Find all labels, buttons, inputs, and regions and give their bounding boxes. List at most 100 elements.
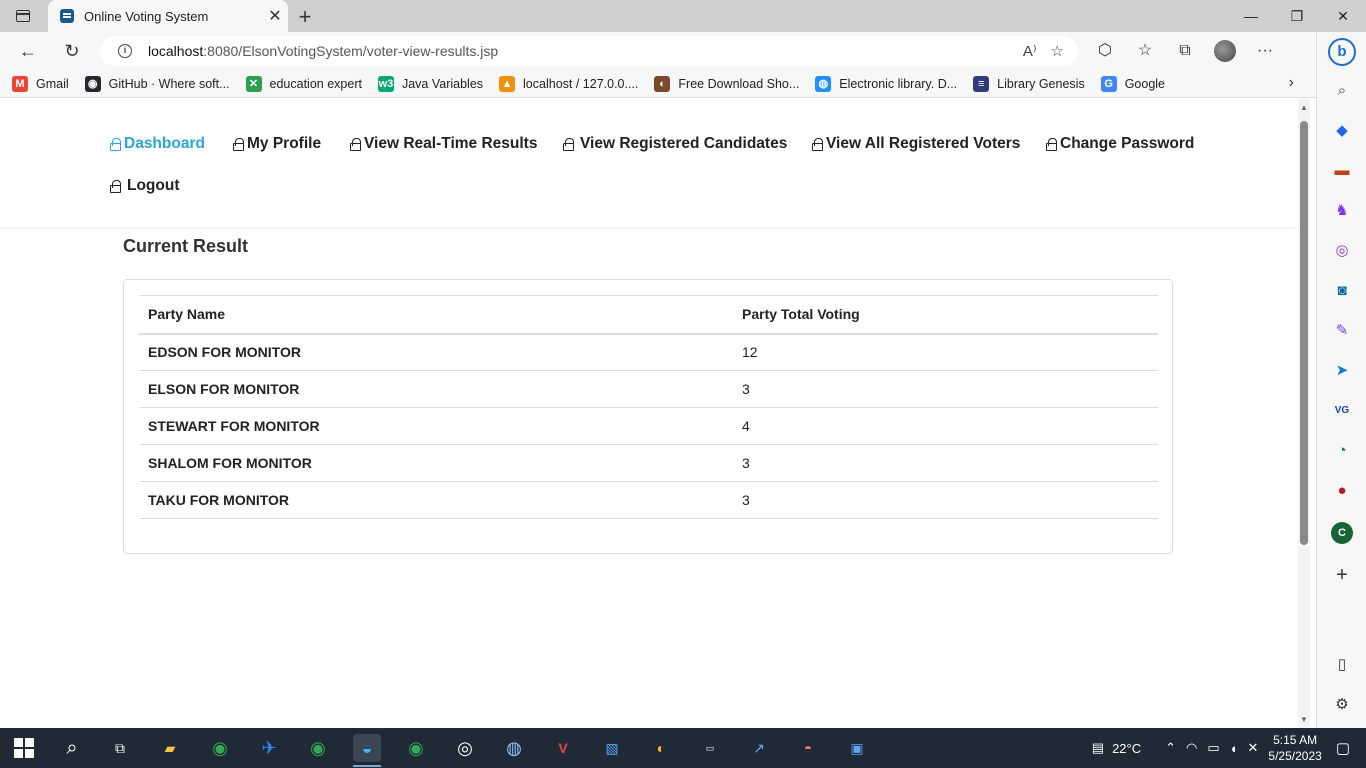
task-view-icon[interactable]: ⧉	[106, 734, 134, 762]
obs-icon[interactable]: ◎	[451, 734, 479, 762]
site-info-icon[interactable]: i	[118, 44, 132, 58]
bookmark-item[interactable]: ▲ localhost / 127.0.0....	[499, 75, 638, 92]
window-controls: — ❐ ✕	[1228, 0, 1366, 32]
nav-view-real-time-results[interactable]: View Real-Time Results	[350, 135, 537, 153]
more-bookmarks-icon[interactable]: ›	[1289, 74, 1294, 92]
more-menu-icon[interactable]: ···	[1254, 40, 1276, 62]
scroll-up-icon[interactable]: ▲	[1300, 103, 1308, 112]
column-header-votes: Party Total Voting	[733, 295, 1158, 335]
nav-my-profile[interactable]: My Profile	[233, 135, 321, 153]
shopping-icon[interactable]: ◆	[1331, 120, 1353, 142]
collections-icon[interactable]: ⧉	[1174, 40, 1196, 62]
bookmark-item[interactable]: ◉ GitHub · Where soft...	[84, 75, 230, 92]
profile-avatar[interactable]	[1214, 40, 1236, 62]
bookmarks-bar: M Gmail ◉ GitHub · Where soft... ✕ education …	[0, 70, 1316, 98]
app-oc-icon[interactable]: ◔	[1331, 440, 1353, 462]
vb-icon[interactable]: V	[549, 734, 577, 762]
tab-actions-icon[interactable]	[12, 7, 34, 25]
browser-tab[interactable]: Online Voting System ✕	[48, 0, 288, 32]
bookmark-item[interactable]: G Google	[1100, 75, 1166, 92]
drop-icon[interactable]: ✎	[1331, 320, 1353, 342]
microsoft-365-icon[interactable]: ◎	[1331, 240, 1353, 262]
mysql-workbench-icon[interactable]: ▧	[598, 734, 626, 762]
page-scrollbar[interactable]: ▲ ▼	[1298, 99, 1310, 728]
search-icon[interactable]: ⌕	[1331, 80, 1353, 102]
favorites-icon[interactable]: ☆	[1134, 40, 1156, 62]
volume-muted-icon[interactable]: ✕	[1248, 740, 1259, 756]
games-icon[interactable]: ♞	[1331, 200, 1353, 222]
bookmark-label: Google	[1124, 76, 1166, 91]
address-bar[interactable]: i localhost:8080/ElsonVotingSystem/voter…	[100, 36, 1078, 66]
bookmark-item[interactable]: M Gmail	[12, 75, 69, 92]
url-text[interactable]: localhost:8080/ElsonVotingSystem/voter-v…	[148, 43, 498, 59]
chrome-icon[interactable]: ◉	[206, 734, 234, 762]
network-icon[interactable]: ◠	[1186, 740, 1197, 756]
add-favorite-icon[interactable]: ☆	[1051, 42, 1064, 60]
telegram-icon[interactable]: ✈	[255, 734, 283, 762]
library-genesis-icon: ≡	[973, 75, 990, 92]
page-title: Current Result	[123, 236, 249, 256]
vgms-icon[interactable]: VG	[1331, 400, 1353, 422]
taskbar-clock[interactable]: 5:15 AM 5/25/2023	[1268, 732, 1321, 764]
photos-icon[interactable]: ▣	[843, 734, 871, 762]
windows-start-icon[interactable]	[14, 738, 34, 758]
extensions-icon[interactable]: ⬡	[1094, 40, 1116, 62]
show-hidden-icons-icon[interactable]: ⌃	[1165, 740, 1176, 756]
read-aloud-icon[interactable]: A⁾	[1023, 42, 1037, 60]
table-row: EDSON FOR MONITOR 12	[139, 333, 1158, 371]
bookmark-item[interactable]: ◍ Electronic library. D...	[815, 75, 957, 92]
mysql-terminal-icon[interactable]: ▭	[696, 734, 724, 762]
notifications-icon[interactable]: ▢	[1336, 739, 1350, 757]
new-tab-icon[interactable]: +	[294, 4, 316, 30]
split-screen-icon[interactable]: ▯	[1331, 654, 1353, 676]
minimize-icon[interactable]: —	[1228, 0, 1274, 32]
back-icon[interactable]: ←	[17, 40, 39, 62]
party-votes-cell: 4	[733, 407, 1158, 445]
chrome-alt-icon[interactable]: ◉	[402, 734, 430, 762]
nav-dashboard[interactable]: Dashboard	[110, 135, 205, 153]
nav-logout[interactable]: Logout	[110, 177, 180, 195]
nav-view-all-registered-voters[interactable]: View All Registered Voters	[812, 135, 1020, 153]
add-app-icon[interactable]: +	[1331, 564, 1353, 586]
bing-chat-icon[interactable]: b	[1328, 38, 1356, 66]
network-tool-icon[interactable]: ◍	[500, 734, 528, 762]
results-card: Party Name Party Total Voting EDSON FOR …	[123, 279, 1173, 554]
search-icon[interactable]: ⌕	[58, 734, 86, 762]
browser-tab-bar: Online Voting System ✕ + — ❐ ✕	[0, 0, 1366, 32]
nav-view-registered-candidates[interactable]: View Registered Candidates	[563, 135, 787, 153]
send-icon[interactable]: ➤	[1331, 360, 1353, 382]
scroll-down-icon[interactable]: ▼	[1300, 715, 1308, 724]
nav-change-password[interactable]: Change Password	[1046, 135, 1194, 153]
bookmark-item[interactable]: ◐ Free Download Sho...	[654, 75, 800, 92]
github-icon: ◉	[84, 75, 101, 92]
app-c-icon[interactable]: C	[1331, 522, 1353, 544]
lock-icon	[1046, 137, 1057, 151]
file-explorer-icon[interactable]: ▰	[156, 734, 184, 762]
outlook-icon[interactable]: ◙	[1331, 280, 1353, 302]
bookmark-item[interactable]: w3 Java Variables	[377, 75, 483, 92]
restore-icon[interactable]: ❐	[1274, 0, 1320, 32]
bookmark-label: Free Download Sho...	[678, 76, 800, 91]
app-arrow-icon[interactable]: ↗	[745, 734, 773, 762]
tab-title: Online Voting System	[84, 8, 209, 24]
refresh-icon[interactable]: ↻	[61, 40, 83, 62]
close-window-icon[interactable]: ✕	[1320, 0, 1366, 32]
speaker-icon[interactable]: ◖	[1230, 741, 1238, 756]
table-row: SHALOM FOR MONITOR 3	[139, 444, 1158, 482]
bookmark-item[interactable]: ✕ education expert	[245, 75, 362, 92]
battery-icon[interactable]: ▭	[1207, 740, 1219, 756]
scrollbar-thumb[interactable]	[1300, 121, 1308, 545]
close-tab-icon[interactable]: ✕	[262, 6, 288, 26]
edge-icon[interactable]: ◒	[353, 734, 381, 762]
app-paint-icon[interactable]: ◓	[794, 734, 822, 762]
temperature[interactable]: 22°C	[1112, 741, 1141, 756]
weather-icon[interactable]: ▤	[1092, 740, 1104, 756]
settings-icon[interactable]: ⚙	[1331, 694, 1353, 716]
chrome-profile-icon[interactable]: ◉	[304, 734, 332, 762]
app-emblem-icon[interactable]: ●	[1331, 480, 1353, 502]
system-tray: ▤ 22°C ⌃ ◠ ▭ ◖ ✕ 5:15 AM 5/25/2023 ▢	[1092, 728, 1366, 768]
download-site-icon: ◐	[654, 75, 671, 92]
eclipse-icon[interactable]: ◐	[647, 734, 675, 762]
bookmark-item[interactable]: ≡ Library Genesis	[973, 75, 1085, 92]
tools-icon[interactable]: ▬	[1331, 160, 1353, 182]
